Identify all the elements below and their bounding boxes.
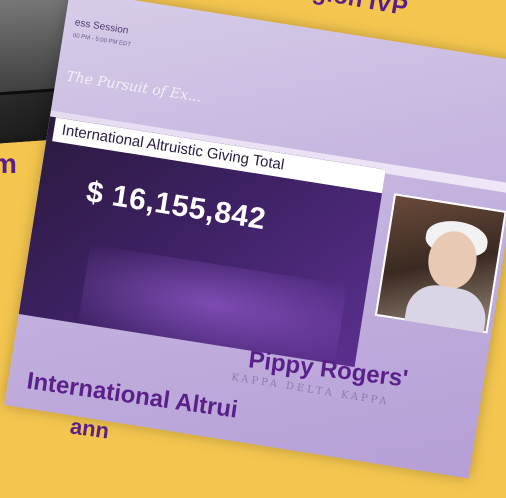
script-logo: The Pursuit of Ex... bbox=[65, 68, 203, 106]
glow-decoration bbox=[77, 244, 348, 365]
caption-line-3: ann bbox=[68, 413, 111, 444]
top-caption: gion IVP bbox=[310, 0, 409, 22]
participant-video bbox=[374, 193, 506, 334]
giving-total-value: $ 16,155,842 bbox=[84, 175, 269, 237]
person-body bbox=[404, 280, 490, 333]
left-caption: m bbox=[0, 148, 18, 179]
meeting-slide: ess Session 00 PM - 5:00 PM EDT The Purs… bbox=[4, 0, 506, 479]
